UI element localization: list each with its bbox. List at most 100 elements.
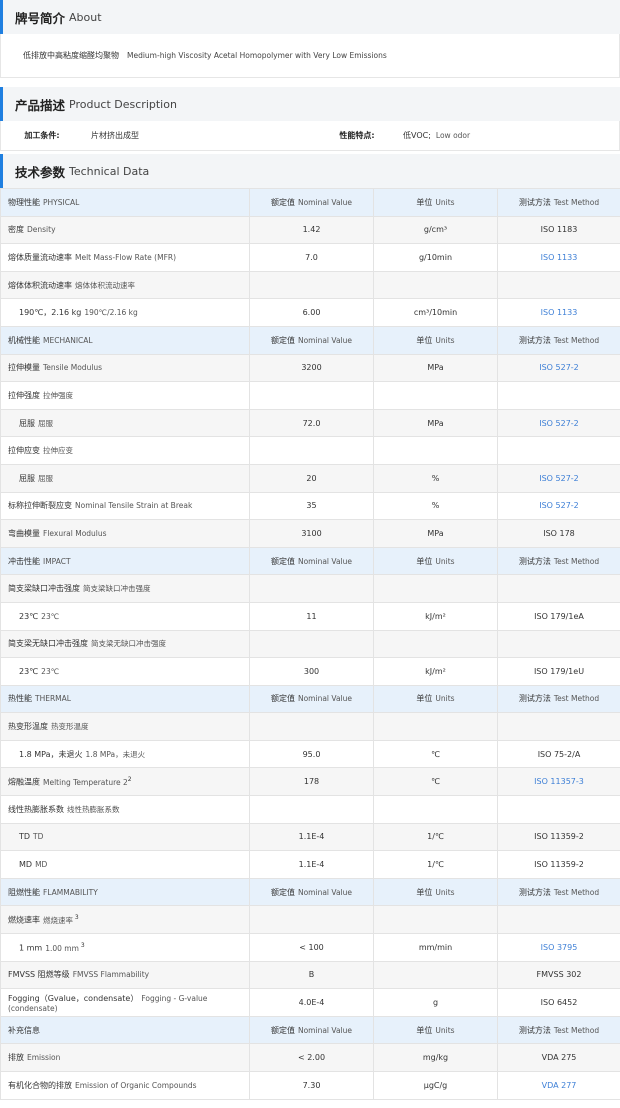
group-title-zh: 阻燃性能 xyxy=(8,887,40,897)
col-unit-en: Units xyxy=(435,197,455,207)
nominal-value: 11 xyxy=(249,601,374,631)
col-method-en: Test Method xyxy=(553,694,600,704)
property-name-zh: 排放 xyxy=(8,1053,24,1063)
property-name-en: Emission of Organic Compounds xyxy=(75,1080,197,1090)
test-method: ISO 75-2/A xyxy=(497,739,620,769)
property-name-en: Melting Temperature 2 xyxy=(43,777,128,787)
col-method-header: 测试方法 Test Method xyxy=(497,188,620,217)
col-nominal-zh: 额定值 xyxy=(270,335,295,345)
property-name-zh: 密度 xyxy=(8,225,24,235)
col-nominal-header: 额定值 Nominal Value xyxy=(249,546,374,576)
col-method-zh: 测试方法 xyxy=(518,556,551,566)
property-cell: 热变形温度 热变形温度 xyxy=(0,712,250,741)
test-method-link[interactable]: ISO 527-2 xyxy=(497,463,620,493)
nominal-value: < 2.00 xyxy=(249,1043,374,1072)
table-row: Fogging（Gvalue，condensate） Fogging - G-va… xyxy=(0,988,620,1017)
col-nominal-en: Nominal Value xyxy=(297,1025,352,1035)
test-method-link[interactable]: ISO 11357-3 xyxy=(497,767,620,797)
test-method-link[interactable]: ISO 527-2 xyxy=(497,491,620,521)
col-nominal-zh: 额定值 xyxy=(270,694,295,704)
table-row: 屈服 屈服 20% ISO 527-2 xyxy=(0,463,620,493)
col-nominal-en: Nominal Value xyxy=(297,335,352,345)
col-nominal-header: 额定值 Nominal Value xyxy=(249,188,374,217)
test-method xyxy=(497,436,620,465)
table-row: 熔融温度 Melting Temperature 22 178 ℃ ISO 11357-… xyxy=(0,767,620,797)
property-name-en: 热变形温度 xyxy=(51,722,89,732)
table-row: 190℃，2.16 kg 190℃/2.16 kg 6.00 cm³/10min ISO… xyxy=(0,298,620,327)
nominal-value: 20 xyxy=(249,463,374,493)
property-cell: 有机化合物的排放 Emission of Organic Compounds xyxy=(0,1071,250,1100)
table-row: 标称拉伸断裂应变 Nominal Tensile Strain at Break 3… xyxy=(0,491,620,521)
table-row: 有机化合物的排放 Emission of Organic Compounds 7.3… xyxy=(0,1071,620,1100)
nominal-value xyxy=(249,436,374,465)
table-row: 23℃ 23℃ 300 kJ/m² ISO 179/1eU xyxy=(0,657,620,686)
group-title-zh: 热性能 xyxy=(8,694,32,704)
footnote-marker: 2 xyxy=(127,775,132,783)
table-row: 燃烧速率 燃烧速率 3 xyxy=(0,905,620,935)
nominal-value: < 100 xyxy=(249,933,374,962)
property-name-en: Melt Mass-Flow Rate (MFR) xyxy=(75,252,177,262)
col-method-zh: 测试方法 xyxy=(518,694,551,704)
test-method-link[interactable]: ISO 1133 xyxy=(497,298,620,327)
test-method: ISO 179/1eU xyxy=(497,657,620,686)
property-name-en: 熔体体积流动速率 xyxy=(75,280,135,290)
nominal-value xyxy=(249,574,374,603)
property-name-zh: 拉伸模量 xyxy=(8,363,40,373)
feature-value-en: Low odor xyxy=(435,131,471,140)
test-method xyxy=(497,270,620,300)
table-row: 23℃ 23℃ 11 kJ/m² ISO 179/1eA xyxy=(0,601,620,631)
property-cell: 拉伸应变 拉伸应变 xyxy=(0,436,250,465)
test-method-link[interactable]: ISO 527-2 xyxy=(497,353,620,383)
about-text-zh: 低排放中高粘度缩醛均聚物 xyxy=(23,51,119,60)
property-name-en: MD xyxy=(35,860,48,870)
col-unit-header: 单位 Units xyxy=(373,325,498,355)
property-name-en: 拉伸应变 xyxy=(43,446,73,456)
unit-value xyxy=(373,270,498,300)
nominal-value xyxy=(249,629,374,659)
property-name-en: 燃烧速率 xyxy=(43,915,73,925)
table-row: TD TD 1.1E-4 1/℃ ISO 11359-2 xyxy=(0,822,620,852)
test-method-link[interactable]: ISO 1133 xyxy=(497,243,620,272)
property-cell: 23℃ 23℃ xyxy=(0,657,250,686)
nominal-value: 1.42 xyxy=(249,215,374,245)
property-cell: 拉伸模量 Tensile Modulus xyxy=(0,353,250,383)
tech-section-header: 技术参数 Technical Data xyxy=(0,154,620,188)
property-cell: 标称拉伸断裂应变 Nominal Tensile Strain at Break xyxy=(0,491,250,521)
property-name-zh: 1 mm xyxy=(19,943,43,953)
group-title-zh: 冲击性能 xyxy=(8,556,40,566)
col-nominal-header: 额定值 Nominal Value xyxy=(249,1015,374,1045)
property-name-en: 23℃ xyxy=(41,666,60,676)
unit-value: mm/min xyxy=(373,933,498,962)
property-name-zh: 熔体体积流动速率 xyxy=(8,280,72,290)
unit-value xyxy=(373,905,498,935)
test-method-link[interactable]: ISO 3795 xyxy=(497,933,620,962)
table-row: 1 mm 1.00 mm 3 < 100 mm/min ISO 3795 xyxy=(0,933,620,962)
about-title-en: About xyxy=(69,10,102,24)
property-name-en: 屈服 xyxy=(38,473,53,483)
property-cell: 线性热膨胀系数 线性热膨胀系数 xyxy=(0,795,250,824)
test-method-link[interactable]: ISO 527-2 xyxy=(497,408,620,438)
property-name-zh: 23℃ xyxy=(19,611,39,621)
table-row: 排放 Emission < 2.00 mg/kg VDA 275 xyxy=(0,1043,620,1072)
description-title-zh: 产品描述 xyxy=(15,97,66,113)
feature-value: 低VOC; Low odor xyxy=(395,121,619,150)
property-name-zh: 简支梁缺口冲击强度 xyxy=(8,584,80,594)
unit-value: g/10min xyxy=(373,243,498,272)
nominal-value: 4.0E-4 xyxy=(249,988,374,1017)
property-name-en: 23℃ xyxy=(41,611,60,621)
unit-value xyxy=(373,381,498,410)
property-cell: TD TD xyxy=(0,822,250,852)
col-unit-zh: 单位 xyxy=(416,694,433,704)
test-method-link[interactable]: VDA 277 xyxy=(497,1071,620,1100)
col-nominal-en: Nominal Value xyxy=(297,694,352,704)
property-name-zh: 线性热膨胀系数 xyxy=(8,804,64,814)
col-nominal-zh: 额定值 xyxy=(270,197,295,207)
tech-title-en: Technical Data xyxy=(69,164,150,178)
test-method: ISO 6452 xyxy=(497,988,620,1017)
property-name-zh: 弯曲模量 xyxy=(8,528,40,538)
table-row: 拉伸模量 Tensile Modulus 3200 MPa ISO 527-2 xyxy=(0,353,620,383)
nominal-value: 35 xyxy=(249,491,374,521)
group-title: 冲击性能 IMPACT xyxy=(0,546,250,576)
property-name-zh: 熔体质量流动速率 xyxy=(8,252,72,262)
property-name-zh: 燃烧速率 xyxy=(8,915,40,925)
